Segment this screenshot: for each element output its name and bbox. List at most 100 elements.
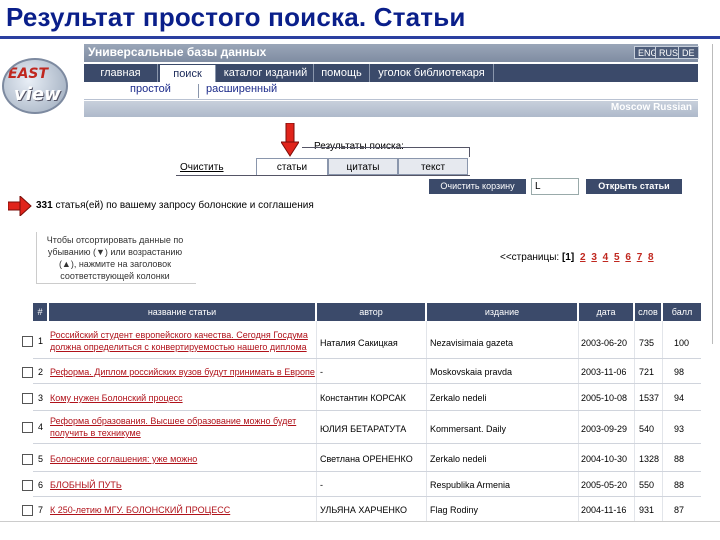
row-separator [33, 443, 701, 444]
tab-citations[interactable]: цитаты [328, 158, 398, 175]
article-source: Respublika Armenia [430, 480, 511, 490]
article-title-link[interactable]: БЛОБНЫЙ ПУТЬ [50, 480, 122, 491]
article-date: 2005-05-20 [581, 480, 628, 490]
nav-home[interactable]: главная [84, 64, 158, 82]
column-divider [426, 321, 427, 521]
results-frame [302, 147, 470, 157]
col-source[interactable]: издание [427, 303, 577, 321]
article-source: Flag Rodiny [430, 505, 479, 515]
bottom-divider [0, 521, 720, 522]
found-summary: 331 статья(ей) по вашему запросу болонск… [36, 200, 314, 211]
row-number: 4 [38, 422, 44, 432]
col-title[interactable]: название статьи [49, 303, 315, 321]
row-separator [33, 496, 701, 497]
article-title-link[interactable]: получить в техникуме [50, 428, 141, 439]
article-title-link[interactable]: Болонские соглашения: уже можно [50, 454, 197, 465]
row-separator [33, 410, 701, 411]
row-checkbox[interactable] [22, 454, 33, 465]
nav-catalog[interactable]: каталог изданий [218, 64, 314, 82]
row-separator [33, 471, 701, 472]
open-articles-button[interactable]: Открыть статьи [586, 179, 682, 194]
row-checkbox[interactable] [22, 422, 33, 433]
row-checkbox[interactable] [22, 505, 33, 516]
database-title: Универсальные базы данных [88, 45, 267, 59]
clear-selection-link[interactable]: Очистить [180, 162, 224, 173]
nav-help[interactable]: помощь [314, 64, 370, 82]
column-divider [662, 321, 663, 521]
article-author: Светлана ОРЕНЕНКО [320, 454, 413, 464]
subnav-advanced[interactable]: расширенный [206, 83, 277, 95]
column-divider [316, 321, 317, 521]
header-bar: Универсальные базы данных ENG RUS DE [84, 44, 699, 62]
col-author[interactable]: автор [317, 303, 425, 321]
row-separator [33, 383, 701, 384]
arrow-right-icon [8, 196, 32, 216]
row-checkbox[interactable] [22, 367, 33, 378]
article-score: 94 [674, 393, 685, 403]
article-title-link[interactable]: Реформа. Диплом российских вузов будут п… [50, 367, 315, 378]
article-author: Наталия Сакицкая [320, 338, 398, 348]
basket-field[interactable] [531, 178, 579, 195]
page-link[interactable]: 5 [614, 252, 620, 263]
col-number[interactable]: # [33, 303, 47, 321]
logo-text-2: view [14, 84, 61, 105]
page-link[interactable]: 8 [648, 252, 654, 263]
article-words: 1537 [639, 393, 660, 403]
page-link[interactable]: 2 [580, 252, 586, 263]
row-checkbox[interactable] [22, 480, 33, 491]
tab-articles[interactable]: статьи [256, 158, 328, 175]
subnav-simple[interactable]: простой [130, 83, 171, 95]
row-separator [33, 358, 701, 359]
page-right-edge [712, 44, 716, 344]
article-date: 2003-11-06 [581, 367, 627, 377]
article-words: 721 [639, 367, 655, 377]
article-title-link[interactable]: должна определиться с конвертируемостью … [50, 342, 307, 353]
article-score: 100 [674, 338, 690, 348]
arrow-down-icon [281, 123, 299, 157]
article-title-link[interactable]: Российский студент европейского качества… [50, 330, 308, 341]
row-checkbox[interactable] [22, 393, 33, 404]
article-date: 2003-06-20 [581, 338, 628, 348]
main-nav: главная поиск каталог изданий помощь уго… [84, 64, 698, 82]
article-score: 87 [674, 505, 685, 515]
article-title-link[interactable]: Кому нужен Болонский процесс [50, 393, 183, 404]
column-divider [634, 321, 635, 521]
col-date[interactable]: дата [579, 303, 633, 321]
article-author: УЛЬЯНА ХАРЧЕНКО [320, 505, 407, 515]
article-source: Nezavisimaia gazeta [430, 338, 514, 348]
eastview-logo[interactable]: EAST view [2, 58, 68, 114]
article-date: 2004-11-16 [581, 505, 627, 515]
page-link[interactable]: 3 [591, 252, 597, 263]
article-source: Moskovskaia pravda [430, 367, 513, 377]
article-title-link[interactable]: Реформа образования. Высшее образование … [50, 416, 296, 427]
article-author: ЮЛИЯ БЕТАРАТУТА [320, 424, 407, 434]
pager: <<страницы: [1] 2 3 4 5 6 7 8 [500, 252, 654, 263]
article-words: 1328 [639, 454, 660, 464]
article-author: - [320, 367, 323, 377]
page-link[interactable]: 6 [625, 252, 631, 263]
page-link[interactable]: 4 [603, 252, 609, 263]
row-number: 7 [38, 505, 44, 515]
article-date: 2005-10-08 [581, 393, 628, 403]
nav-search[interactable]: поиск [160, 65, 216, 82]
nav-librarian[interactable]: уголок библиотекаря [370, 64, 494, 82]
pager-current: [1] [561, 252, 575, 263]
article-words: 931 [639, 505, 655, 515]
article-score: 88 [674, 454, 685, 464]
region-label: Moscow Russian [610, 102, 692, 113]
clear-basket-button[interactable]: Очистить корзину [429, 179, 526, 194]
row-checkbox[interactable] [22, 336, 33, 347]
title-underline [0, 36, 720, 39]
tabs-underline [176, 175, 470, 176]
article-score: 88 [674, 480, 685, 490]
article-title-link[interactable]: К 250-летию МГУ. БОЛОНСКИЙ ПРОЦЕСС [50, 505, 230, 516]
subnav-divider [198, 84, 199, 98]
tab-text[interactable]: текст [398, 158, 468, 175]
article-source: Zerkalo nedeli [430, 454, 487, 464]
lang-de-button[interactable]: DE [678, 46, 699, 59]
col-words[interactable]: слов [635, 303, 661, 321]
page-link[interactable]: 7 [637, 252, 643, 263]
row-number: 2 [38, 367, 44, 377]
row-number: 3 [38, 393, 44, 403]
col-score[interactable]: балл [663, 303, 701, 321]
